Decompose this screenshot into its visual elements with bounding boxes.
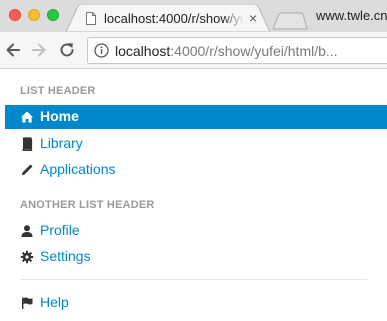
nav-item-library[interactable]: Library [5, 132, 387, 156]
divider [20, 279, 367, 280]
nav-item-applications[interactable]: Applications [5, 158, 387, 182]
nav-item-home[interactable]: Home [5, 105, 387, 129]
info-icon[interactable] [94, 43, 109, 58]
url-text[interactable]: localhost:4000/r/show/yufei/html/b... [115, 43, 338, 59]
nav-item-label: Library [40, 135, 83, 151]
nav-item-label: Applications [40, 161, 116, 177]
url-host: localhost [115, 43, 171, 59]
book-icon [22, 137, 33, 151]
user-icon [21, 225, 33, 237]
back-arrow-icon[interactable] [4, 41, 22, 59]
tab-strip: localhost:4000/r/show/yufei/html/bootstr… [0, 0, 387, 32]
address-bar[interactable]: localhost:4000/r/show/yufei/html/b... [87, 37, 387, 64]
window-maximize-button[interactable] [47, 9, 59, 21]
nav-item-label: Profile [40, 222, 80, 238]
nav-item-profile[interactable]: Profile [5, 219, 387, 243]
tab-title: localhost:4000/r/show/yufei/html/bootstr… [104, 11, 244, 26]
flag-icon [22, 297, 33, 309]
list-header: ANOTHER LIST HEADER [20, 199, 155, 211]
cog-icon [20, 250, 34, 264]
tab-close-icon[interactable]: × [249, 10, 257, 26]
nav-item-label: Home [40, 108, 79, 124]
nav-item-label: Settings [40, 248, 91, 264]
window-minimize-button[interactable] [28, 9, 40, 21]
page-content: LIST HEADER Home Library Applications AN… [0, 69, 387, 321]
nav-item-help[interactable]: Help [5, 291, 387, 315]
page-favicon-icon [86, 12, 96, 25]
window-close-button[interactable] [9, 9, 21, 21]
browser-toolbar: localhost:4000/r/show/yufei/html/b... [0, 32, 387, 68]
new-tab-button[interactable] [272, 12, 308, 30]
reload-icon[interactable] [58, 41, 76, 59]
forward-arrow-icon[interactable] [30, 41, 48, 59]
window-title: www.twle.cn [316, 8, 387, 23]
url-path: :4000/r/show/yufei/html/b... [170, 43, 338, 59]
nav-item-settings[interactable]: Settings [5, 245, 387, 269]
browser-chrome: localhost:4000/r/show/yufei/html/bootstr… [0, 0, 387, 69]
list-header: LIST HEADER [20, 85, 96, 97]
nav-item-label: Help [40, 294, 69, 310]
browser-tab-active[interactable]: localhost:4000/r/show/yufei/html/bootstr… [66, 4, 270, 32]
pencil-icon [21, 164, 33, 176]
home-icon [21, 111, 33, 123]
